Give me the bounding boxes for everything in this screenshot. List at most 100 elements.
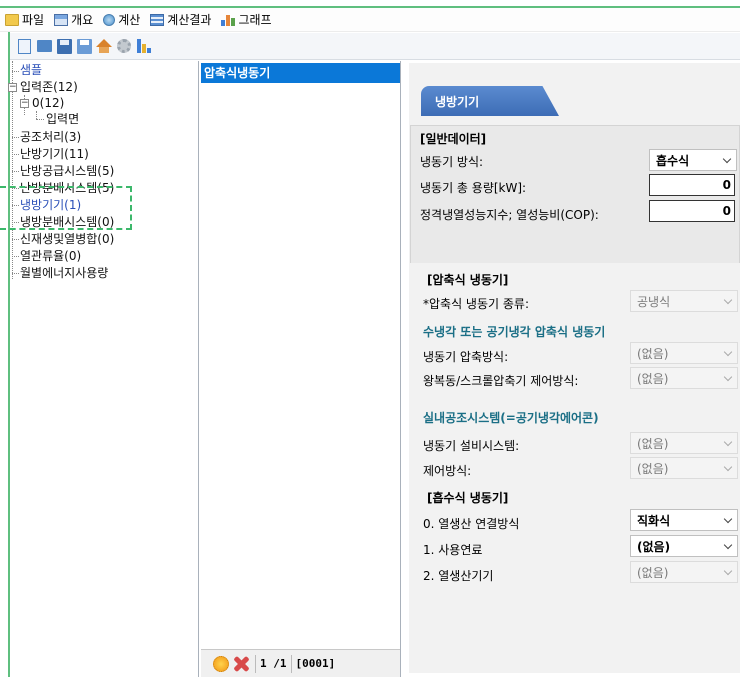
menubar: 파일 개요 계산 계산결과 그래프 (0, 8, 740, 32)
compression-title: [압축식 냉동기] (427, 273, 509, 287)
tree-item-heat-loss-rate[interactable]: 열관류율(0) (20, 249, 81, 263)
add-item-icon[interactable] (213, 655, 229, 672)
tree-item-air-handling[interactable]: 공조처리(3) (20, 130, 81, 144)
collapse-toggle-icon[interactable]: − (8, 83, 17, 92)
chevron-down-icon (723, 514, 733, 524)
save-as-icon (76, 38, 92, 54)
connection-method-label: 0. 열생산 연결방식 (423, 517, 520, 531)
compressor-control-select[interactable]: (없음) (630, 367, 738, 389)
chevron-down-icon (722, 154, 732, 164)
tree-item-renewable-chp[interactable]: 신재생및열병합(0) (20, 232, 114, 246)
menu-calc-label: 계산 (118, 13, 141, 27)
heat-producer-value: (없음) (637, 565, 669, 580)
calc-icon (103, 13, 116, 26)
delete-item-icon[interactable] (233, 656, 249, 672)
save-as-button[interactable] (74, 36, 94, 56)
result-table-icon (150, 13, 165, 26)
cop-input[interactable]: 0 (649, 200, 735, 222)
control-method-label: 제어방식: (423, 464, 472, 478)
menu-calc[interactable]: 계산 (98, 9, 145, 31)
menu-result[interactable]: 계산결과 (145, 9, 216, 31)
compressor-type-label: 냉동기 압축방식: (423, 350, 509, 364)
chevron-down-icon (723, 540, 733, 550)
tree-item-heating-distribution[interactable]: 난방분배시스템(5) (20, 181, 114, 195)
tree-item-input-zone[interactable]: 입력존(12) (20, 80, 78, 94)
menu-summary[interactable]: 개요 (49, 9, 98, 31)
menu-graph[interactable]: 그래프 (216, 9, 276, 31)
menu-file[interactable]: 파일 (0, 9, 49, 31)
control-method-value: (없음) (637, 461, 669, 476)
tree-connector (12, 61, 13, 279)
item-code: [0001] (290, 654, 340, 673)
settings-gear-icon (117, 39, 131, 53)
chiller-type-value: 흡수식 (656, 153, 690, 168)
control-method-select[interactable]: (없음) (630, 457, 738, 479)
tree-connector (12, 171, 19, 172)
connection-method-value: 직화식 (637, 513, 671, 528)
compressor-type-value: (없음) (637, 346, 669, 361)
connection-method-select[interactable]: 직화식 (630, 509, 738, 531)
tree-item-cooling-distribution[interactable]: 냉방분배시스템(0) (20, 215, 114, 229)
open-button[interactable] (34, 36, 54, 56)
compression-type-select[interactable]: 공냉식 (630, 290, 738, 312)
tree-pane: 샘플 − 입력존(12) − 0(12) 입력면 공조처리(3) 난방기기(11… (8, 61, 199, 677)
home-button[interactable] (94, 36, 114, 56)
tab-cooling-equipment[interactable]: 냉방기기 (421, 86, 559, 116)
open-folder-icon (36, 40, 52, 52)
tree-connector (36, 111, 37, 119)
chevron-down-icon (723, 372, 733, 382)
equipment-system-select[interactable]: (없음) (630, 432, 738, 454)
list-item-selected[interactable]: 압축식냉동기 (201, 63, 400, 83)
chiller-detail-section: [압축식 냉동기] *압축식 냉동기 종류: 공냉식 수냉각 또는 공기냉각 압… (410, 263, 740, 609)
tree-item-heating-supply[interactable]: 난방공급시스템(5) (20, 164, 114, 178)
compression-type-label: *압축식 냉동기 종류: (423, 297, 529, 311)
tree-connector (12, 273, 19, 274)
cop-label: 정격냉열성능지수; 열성능비(COP): (420, 208, 599, 222)
page-indicator: 1 /1 (255, 654, 291, 673)
new-file-button[interactable] (14, 36, 34, 56)
compressor-control-value: (없음) (637, 371, 669, 386)
chart-button[interactable] (134, 36, 154, 56)
new-file-icon (17, 38, 31, 54)
menu-graph-label: 그래프 (238, 13, 272, 27)
fuel-label: 1. 사용연료 (423, 543, 483, 557)
collapse-toggle-icon[interactable]: − (20, 99, 29, 108)
toolbar (10, 33, 740, 60)
tree-connector (12, 239, 19, 240)
menu-summary-label: 개요 (71, 13, 94, 27)
heat-producer-select[interactable]: (없음) (630, 561, 738, 583)
tree-connector (12, 137, 19, 138)
fuel-value: (없음) (637, 539, 671, 554)
compressor-type-select[interactable]: (없음) (630, 342, 738, 364)
tree-connector (12, 222, 19, 223)
tree-connector (12, 205, 19, 206)
save-icon (56, 38, 72, 54)
total-capacity-input[interactable]: 0 (649, 174, 735, 196)
tree-item-sample[interactable]: 샘플 (20, 63, 42, 77)
indoor-ac-subtitle: 실내공조시스템(=공기냉각에어콘) (423, 411, 599, 425)
bar-chart-icon (221, 14, 236, 26)
tree-connector (12, 188, 19, 189)
tree-item-cooling-equipment[interactable]: 냉방기기(1) (20, 198, 81, 212)
tree-item-input-face[interactable]: 입력면 (46, 112, 79, 126)
fuel-select[interactable]: (없음) (630, 535, 738, 557)
tree-connector (36, 119, 44, 120)
general-data-title: [일반데이터] (420, 132, 487, 146)
equipment-system-value: (없음) (637, 436, 669, 451)
absorption-title: [흡수식 냉동기] (427, 491, 509, 505)
chiller-type-select[interactable]: 흡수식 (649, 149, 737, 171)
chiller-type-label: 냉동기 방식: (420, 155, 484, 169)
tree-item-monthly-energy[interactable]: 월별에너지사용량 (20, 266, 108, 280)
folder-icon (5, 13, 19, 26)
chevron-down-icon (723, 462, 733, 472)
chart-icon (136, 38, 152, 54)
cooling-type-subtitle: 수냉각 또는 공기냉각 압축식 냉동기 (423, 325, 606, 339)
tree-item-zone-0[interactable]: 0(12) (32, 96, 64, 110)
detail-panel: 냉방기기 [일반데이터] 냉동기 방식: 흡수식 냉동기 총 용량[kW]: 0… (409, 63, 740, 673)
compression-type-value: 공냉식 (637, 294, 671, 309)
settings-button[interactable] (114, 36, 134, 56)
chevron-down-icon (723, 295, 733, 305)
save-button[interactable] (54, 36, 74, 56)
tree-connector (12, 71, 19, 72)
tree-item-heating-equipment[interactable]: 난방기기(11) (20, 147, 89, 161)
